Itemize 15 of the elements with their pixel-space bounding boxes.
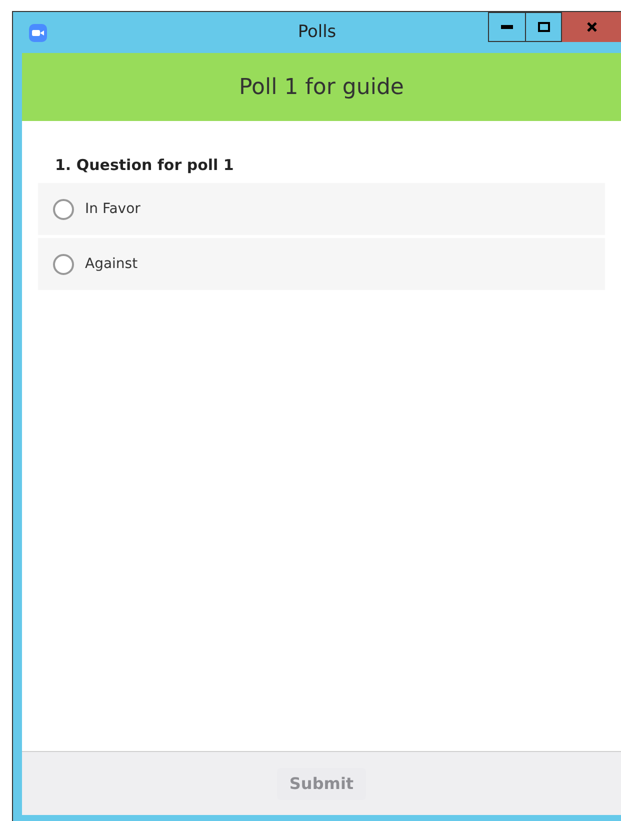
minimize-button[interactable] <box>488 12 526 42</box>
close-icon <box>586 21 598 33</box>
app-icon <box>29 24 47 42</box>
close-button[interactable] <box>562 12 621 42</box>
poll-title: Poll 1 for guide <box>239 74 404 102</box>
question-text: 1. Question for poll 1 <box>55 155 235 175</box>
minimize-icon <box>501 25 513 29</box>
window-title: Polls <box>298 21 336 44</box>
maximize-icon <box>538 22 550 32</box>
option-label: Against <box>85 254 138 274</box>
radio-button[interactable] <box>53 198 74 220</box>
option-label: In Favor <box>85 200 140 218</box>
option-row[interactable]: In Favor <box>38 183 605 235</box>
radio-button[interactable] <box>53 254 74 274</box>
option-row[interactable]: Against <box>38 238 605 290</box>
